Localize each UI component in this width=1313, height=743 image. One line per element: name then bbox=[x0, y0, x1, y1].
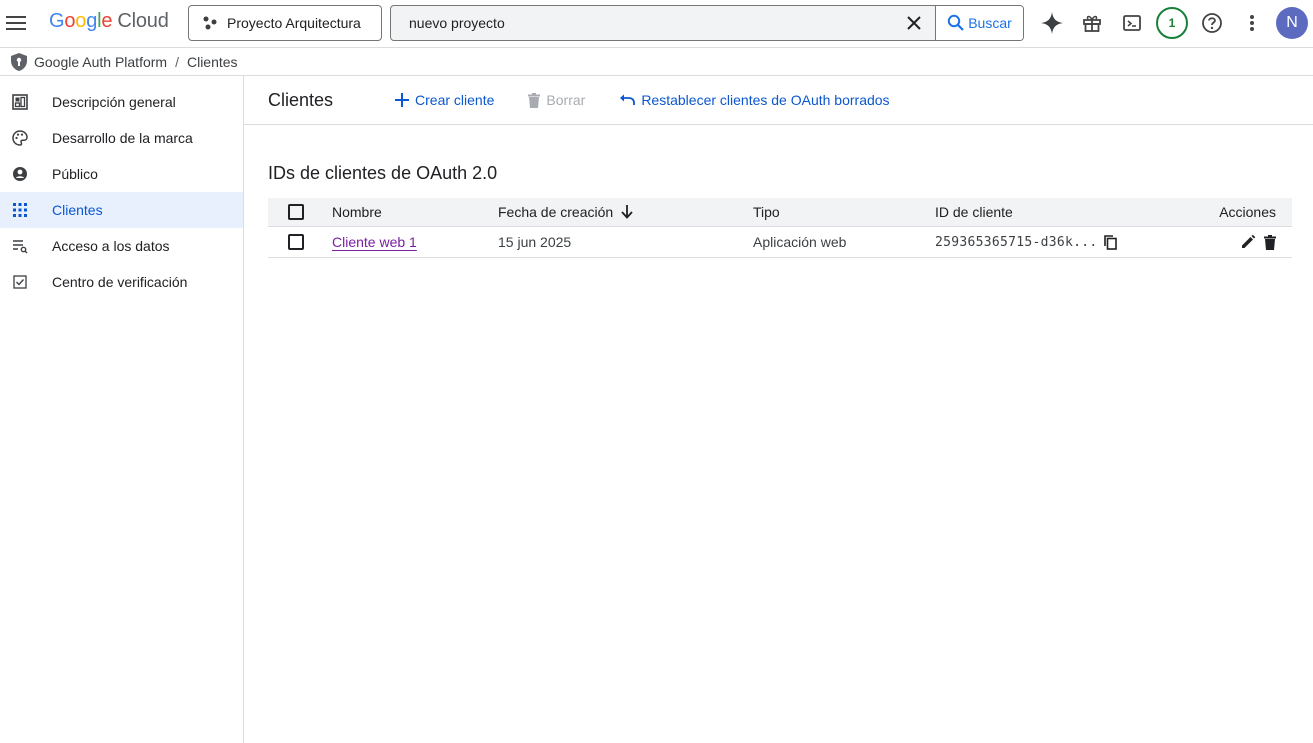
gemini-sparkle-icon[interactable] bbox=[1036, 7, 1068, 39]
notifications-count: 1 bbox=[1156, 7, 1188, 39]
avatar[interactable]: N bbox=[1276, 7, 1308, 39]
sidebar-item-label: Desarrollo de la marca bbox=[52, 130, 193, 146]
column-header-type[interactable]: Tipo bbox=[753, 204, 935, 220]
trash-icon bbox=[528, 92, 541, 108]
arrow-down-icon bbox=[621, 205, 633, 219]
apps-grid-icon bbox=[10, 200, 30, 220]
project-name: Proyecto Arquitectura bbox=[227, 15, 361, 31]
trash-icon[interactable] bbox=[1264, 234, 1276, 250]
sidebar: Descripción general Desarrollo de la mar… bbox=[0, 76, 244, 743]
sidebar-item-verification[interactable]: Centro de verificación bbox=[0, 264, 243, 300]
help-icon[interactable] bbox=[1196, 7, 1228, 39]
breadcrumb-item-clients[interactable]: Clientes bbox=[187, 54, 238, 70]
search-icon bbox=[947, 14, 965, 32]
sidebar-item-label: Clientes bbox=[52, 202, 103, 218]
dashboard-icon bbox=[10, 92, 30, 112]
logo-product: Cloud bbox=[117, 10, 169, 32]
gift-icon[interactable] bbox=[1076, 7, 1108, 39]
menu-icon[interactable] bbox=[4, 7, 28, 39]
shield-icon bbox=[10, 52, 28, 72]
notifications-badge[interactable]: 1 bbox=[1156, 7, 1188, 39]
sidebar-item-label: Descripción general bbox=[52, 94, 176, 110]
sidebar-item-data-access[interactable]: Acceso a los datos bbox=[0, 228, 243, 264]
breadcrumb: Google Auth Platform / Clientes bbox=[0, 47, 1313, 76]
data-access-icon bbox=[10, 236, 30, 256]
delete-button[interactable]: Borrar bbox=[528, 92, 585, 108]
breadcrumb-separator: / bbox=[175, 53, 179, 70]
column-header-client-id[interactable]: ID de cliente bbox=[935, 204, 1181, 220]
logo-letter: e bbox=[101, 10, 113, 32]
restore-deleted-clients-button[interactable]: Restablecer clientes de OAuth borrados bbox=[619, 92, 890, 108]
search-bar: nuevo proyecto Buscar bbox=[390, 5, 1024, 41]
sidebar-item-overview[interactable]: Descripción general bbox=[0, 84, 243, 120]
sidebar-item-branding[interactable]: Desarrollo de la marca bbox=[0, 120, 243, 156]
close-icon[interactable] bbox=[893, 6, 935, 40]
search-button-label: Buscar bbox=[968, 15, 1012, 31]
verified-checkbox-icon bbox=[10, 272, 30, 292]
search-button[interactable]: Buscar bbox=[935, 6, 1023, 40]
edit-icon[interactable] bbox=[1240, 234, 1256, 250]
cloud-shell-icon[interactable] bbox=[1116, 7, 1148, 39]
client-name-cell: Cliente web 1 bbox=[332, 234, 498, 250]
table-header: Nombre Fecha de creación Tipo ID de clie… bbox=[268, 198, 1292, 227]
copy-icon[interactable] bbox=[1103, 234, 1117, 250]
palette-icon bbox=[10, 128, 30, 148]
column-header-name[interactable]: Nombre bbox=[332, 204, 498, 220]
create-client-button[interactable]: Crear cliente bbox=[395, 92, 494, 108]
column-header-actions: Acciones bbox=[1219, 204, 1276, 220]
delete-label: Borrar bbox=[546, 92, 586, 108]
sidebar-item-label: Acceso a los datos bbox=[52, 238, 170, 254]
top-bar: Google Cloud Proyecto Arquitectura nuevo … bbox=[0, 0, 1313, 46]
client-id-cell: 259365365715-d36k... bbox=[935, 235, 1181, 250]
client-name-link[interactable]: Cliente web 1 bbox=[332, 234, 417, 250]
project-selector-button[interactable]: Proyecto Arquitectura bbox=[188, 5, 382, 41]
table-row: Cliente web 1 15 jun 2025 Aplicación web… bbox=[268, 227, 1292, 258]
logo-letter: g bbox=[86, 10, 98, 32]
column-header-date[interactable]: Fecha de creación bbox=[498, 204, 753, 220]
breadcrumb-item-auth-platform[interactable]: Google Auth Platform bbox=[34, 54, 167, 70]
select-all-cell bbox=[268, 204, 332, 220]
row-checkbox[interactable] bbox=[288, 234, 304, 250]
row-select-cell bbox=[268, 234, 332, 250]
google-cloud-logo[interactable]: Google Cloud bbox=[49, 10, 169, 33]
section-title: IDs de clientes de OAuth 2.0 bbox=[268, 163, 498, 183]
logo-letter: o bbox=[75, 10, 87, 32]
project-tree-icon bbox=[203, 16, 217, 30]
row-actions-cell bbox=[1181, 234, 1292, 250]
column-header-date-label: Fecha de creación bbox=[498, 204, 614, 220]
restore-label: Restablecer clientes de OAuth borrados bbox=[641, 92, 890, 108]
logo-letter: o bbox=[64, 10, 76, 32]
sidebar-item-audience[interactable]: Público bbox=[0, 156, 243, 192]
main-content: Clientes Crear cliente Borrar Restablece… bbox=[244, 76, 1313, 743]
client-date-cell: 15 jun 2025 bbox=[498, 234, 572, 250]
page-title: Clientes bbox=[268, 89, 334, 110]
undo-icon bbox=[619, 94, 636, 106]
sidebar-item-label: Centro de verificación bbox=[52, 274, 188, 290]
select-all-checkbox[interactable] bbox=[288, 204, 304, 220]
person-icon bbox=[10, 164, 30, 184]
search-input[interactable]: nuevo proyecto bbox=[391, 15, 893, 31]
client-id-value: 259365365715-d36k... bbox=[935, 234, 1098, 250]
create-client-label: Crear cliente bbox=[415, 92, 495, 108]
client-type-cell: Aplicación web bbox=[753, 234, 847, 250]
toolbar: Clientes Crear cliente Borrar Restablece… bbox=[244, 76, 1313, 125]
sidebar-item-label: Público bbox=[52, 166, 98, 182]
sidebar-item-clients[interactable]: Clientes bbox=[0, 192, 243, 228]
logo-letter: G bbox=[49, 10, 65, 32]
more-vert-icon[interactable] bbox=[1236, 7, 1268, 39]
plus-icon bbox=[395, 93, 410, 107]
clients-table: Nombre Fecha de creación Tipo ID de clie… bbox=[268, 198, 1292, 258]
